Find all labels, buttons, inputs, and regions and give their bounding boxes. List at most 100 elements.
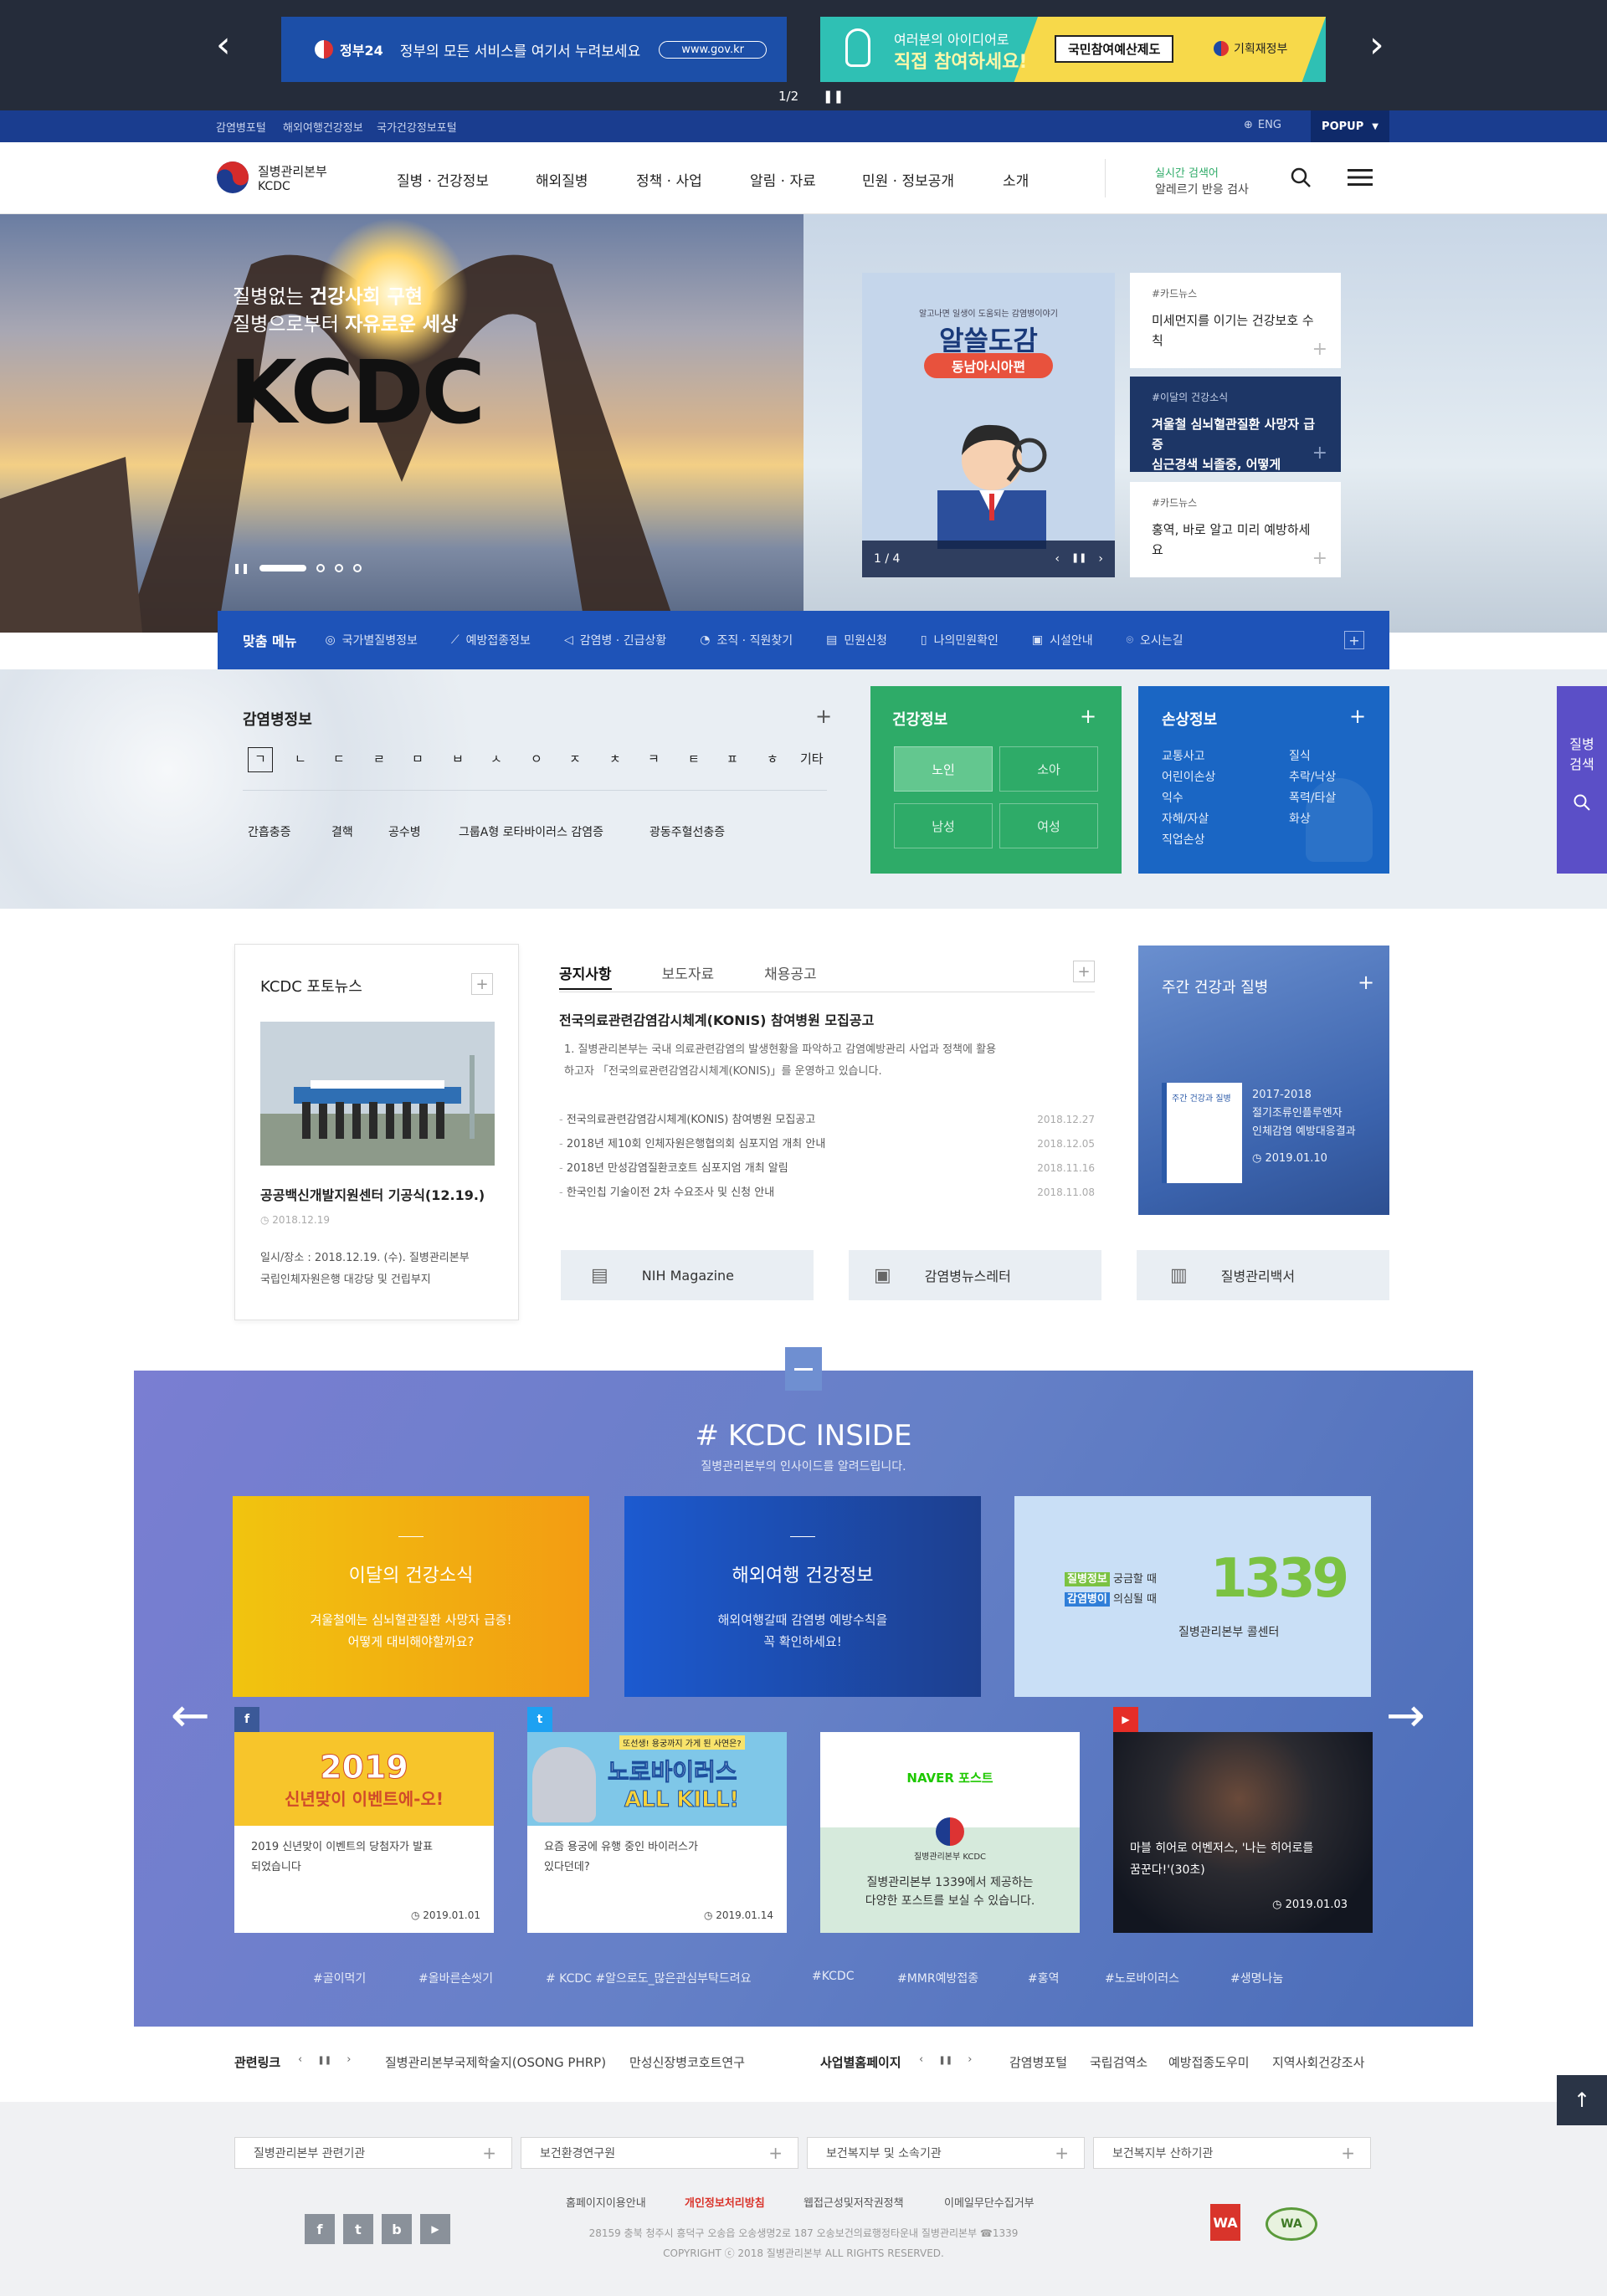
bigcard-pause-icon[interactable]: ❚❚ [1071,552,1086,566]
consonant-g[interactable]: ㄱ [254,750,266,767]
injury-plus-icon[interactable]: + [1349,705,1366,728]
quick-menu-plus-icon[interactable]: + [1344,631,1364,649]
related-link[interactable]: 만성신장병코호트연구 [629,2053,745,2071]
util-link-1[interactable]: 감염병포털 [216,119,266,135]
popup-button[interactable]: POPUP ▼ [1311,110,1389,142]
consonant-ch[interactable]: ㅊ [609,750,621,767]
site-logo[interactable]: 질병관리본부 KCDC [216,161,327,194]
notice-row[interactable]: - 2018년 제10회 인체자원은행협의회 심포지엄 개최 안내 2018.12… [559,1132,1095,1156]
related-link[interactable]: 질병관리본부국제학술지(OSONG PHRP) [385,2053,606,2071]
nav-disease-health[interactable]: 질병 · 건강정보 [397,169,489,190]
health-elderly-button[interactable]: 노인 [894,746,993,792]
tab-press[interactable]: 보도자료 [662,962,715,990]
consonant-j[interactable]: ㅈ [569,750,581,767]
quick-my-civil[interactable]: ▯ 나의민원확인 [921,632,999,648]
consonant-d[interactable]: ㄷ [333,750,345,767]
scroll-to-top-button[interactable]: ↑ [1557,2075,1607,2125]
health-female-button[interactable]: 여성 [999,803,1098,848]
nav-about[interactable]: 소개 [1003,169,1029,190]
news-card-3[interactable]: #카드뉴스 홍역, 바로 알고 미리 예방하세요 + [1130,482,1341,577]
banner-next-icon[interactable]: › [1369,27,1384,64]
injury-link[interactable]: 익수 [1162,788,1215,809]
injury-link[interactable]: 어린이손상 [1162,767,1215,788]
util-link-2[interactable]: 해외여행건강정보 [283,119,363,135]
footer-link[interactable]: 홈페이지이용안내 [566,2194,646,2210]
health-child-button[interactable]: 소아 [999,746,1098,792]
hero-dot[interactable] [335,564,344,572]
hero-dot[interactable] [353,564,362,572]
injury-link[interactable]: 자해/자살 [1162,809,1215,830]
ceremony-photo[interactable] [260,1022,495,1166]
consonant-m[interactable]: ㅁ [412,750,424,767]
notice-row[interactable]: - 전국의료관련감염감시체계(KONIS) 참여병원 모집공고 2018.12.2… [559,1108,1095,1132]
news-card-1[interactable]: #카드뉴스 미세먼지를 이기는 건강보호 수칙 + [1130,273,1341,368]
injury-link[interactable]: 교통사고 [1162,746,1215,767]
footer-link[interactable]: 이메일무단수집거부 [944,2194,1035,2210]
consonant-etc[interactable]: 기타 [800,750,824,767]
hashtag[interactable]: #노로바이러스 [1105,1970,1179,1986]
quick-facility[interactable]: ▣ 시설안내 [1032,632,1093,648]
business-next-icon[interactable]: › [968,2053,972,2066]
consonant-k[interactable]: ㅋ [648,750,660,767]
weekly-plus-icon[interactable]: + [1358,971,1374,994]
quick-emergency[interactable]: ◁ 감염병 · 긴급상황 [564,632,666,648]
hashtag[interactable]: #골이먹기 [313,1970,366,1986]
consonant-t[interactable]: ㅌ [688,750,700,767]
business-link[interactable]: 감염병포털 [1009,2053,1067,2071]
hashtag[interactable]: #KCDC [812,1970,854,1983]
quick-directions[interactable]: ⌾ 오시는길 [1127,632,1183,648]
quick-vaccination[interactable]: ⟋ 예방접종정보 [451,632,531,648]
injury-link[interactable]: 추락/낙상 [1289,767,1336,788]
related-prev-icon[interactable]: ‹ [298,2053,302,2066]
hero-dot[interactable] [316,564,326,572]
banner-pause-icon[interactable]: ❚❚ [823,89,844,104]
newsletter-link[interactable]: ▣ 감염병뉴스레터 [849,1250,1101,1300]
injury-link[interactable]: 질식 [1289,746,1336,767]
photo-news-caption[interactable]: 공공백신개발지원센터 기공식(12.19.) [260,1184,485,1204]
env-research-select[interactable]: 보건환경연구원 + [521,2137,798,2169]
nih-magazine-link[interactable]: ▤ NIH Magazine [561,1250,814,1300]
gov24-banner[interactable]: 정부24 정부의 모든 서비스를 여기서 누려보세요 www.gov.kr [281,17,787,82]
language-switch[interactable]: ⊕ ENG [1244,119,1281,131]
notice-headline[interactable]: 전국의료관련감염감시체계(KONIS) 참여병원 모집공고 [559,1009,1095,1029]
health-male-button[interactable]: 남성 [894,803,993,848]
business-link[interactable]: 지역사회건강조사 [1272,2053,1364,2071]
photo-news-plus-icon[interactable]: + [471,973,493,995]
hero-dot-active[interactable] [259,565,307,571]
consonant-b[interactable]: ㅂ [452,750,464,767]
business-link[interactable]: 예방접종도우미 [1168,2053,1250,2071]
related-next-icon[interactable]: › [347,2053,351,2066]
inside-next-arrow-icon[interactable]: → [1386,1693,1425,1740]
injury-link[interactable]: 직업손상 [1162,830,1215,851]
weekly-health-box[interactable]: 주간 건강과 질병 + 주간 건강과 질병 2017-2018 절기조류인플루엔… [1138,946,1389,1215]
sns-card-naver[interactable]: NAVER 포스트 질병관리본부 KCDC 질병관리본부 1339에서 제공하는… [820,1732,1080,1933]
budget-banner[interactable]: 여러분의 아이디어로 직접 참여하세요! 국민참여예산제도 기획재정부 [820,17,1326,82]
side-disease-search[interactable]: 질병 검색 [1557,686,1607,874]
injury-link[interactable]: 폭력/타살 [1289,788,1336,809]
hashtag[interactable]: # KCDC #알으로도_많은관심부탁드려요 [546,1970,752,1986]
consonant-ng[interactable]: ㅇ [531,750,542,767]
business-pause-icon[interactable]: ❚❚ [938,2056,952,2065]
hashtag[interactable]: #홍역 [1028,1970,1060,1986]
util-link-3[interactable]: 국가건강정보포털 [377,119,457,135]
business-link[interactable]: 국립검역소 [1090,2053,1147,2071]
menu-icon[interactable] [1348,167,1373,187]
hero-pause-icon[interactable]: ❚❚ [233,562,249,574]
monthly-health-box[interactable]: 이달의 건강소식 겨울철에는 심뇌혈관질환 사망자 급증! 어떻게 대비해야할까… [233,1496,589,1697]
tab-recruit[interactable]: 채용공고 [764,962,817,990]
inside-prev-arrow-icon[interactable]: ← [171,1693,210,1740]
nav-overseas-disease[interactable]: 해외질병 [536,169,588,190]
disease-plus-icon[interactable]: + [815,705,832,728]
banner-prev-icon[interactable]: ‹ [216,27,231,64]
sns-card-facebook[interactable]: 2019 신년맞이 이벤트에-오! f 2019 신년맞이 이벤트의 당첨자가 … [234,1707,494,1933]
health-plus-icon[interactable]: + [1080,705,1096,728]
disease-item[interactable]: 공수병 [388,823,421,840]
consonant-h[interactable]: ㅎ [767,750,778,767]
nav-civil[interactable]: 민원 · 정보공개 [862,169,954,190]
nav-notice[interactable]: 알림 · 자료 [750,169,816,190]
nav-policy[interactable]: 정책 · 사업 [636,169,702,190]
hashtag[interactable]: #생명나눔 [1230,1970,1283,1986]
notice-row[interactable]: - 2018년 만성감염질환코호트 심포지엄 개최 알림 2018.11.16 [559,1156,1095,1181]
hashtag[interactable]: #MMR예방접종 [897,1970,978,1986]
bigcard-next-icon[interactable]: › [1098,552,1103,566]
